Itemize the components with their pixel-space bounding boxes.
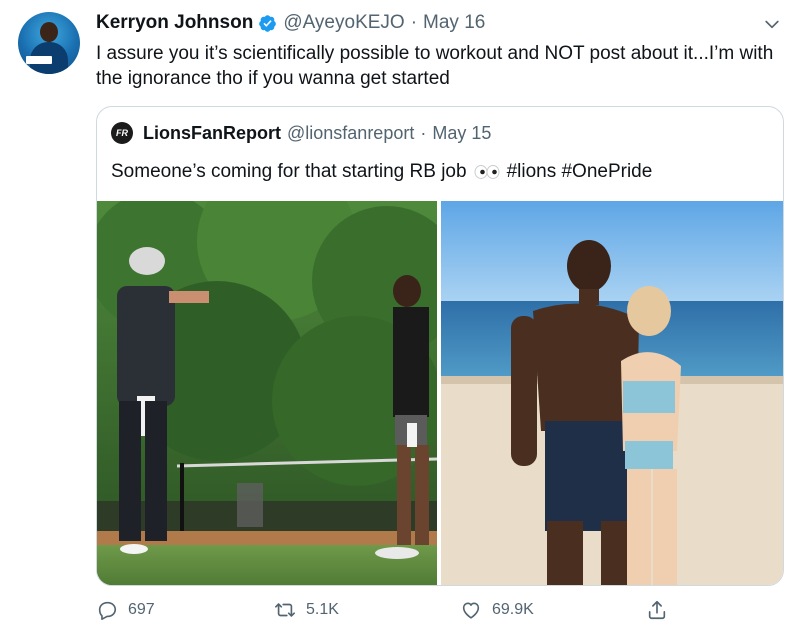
- quoted-text-body: Someone’s coming for that starting RB jo…: [111, 161, 467, 182]
- reply-button[interactable]: 697: [96, 599, 155, 621]
- like-button[interactable]: 69.9K: [460, 599, 534, 621]
- verified-badge-icon: [259, 14, 277, 32]
- reply-icon: [98, 601, 117, 620]
- author-name[interactable]: Kerryon Johnson: [96, 12, 253, 34]
- quoted-tweet-header: FR LionsFanReport @lionsfanreport · May …: [111, 121, 491, 145]
- quoted-avatar-text: FR: [116, 128, 128, 138]
- like-count: 69.9K: [492, 601, 534, 618]
- tweet-actions: 697 5.1K 69.9K: [96, 596, 680, 624]
- reply-count: 697: [128, 601, 155, 618]
- quoted-hashtags[interactable]: #lions #OnePride: [507, 161, 653, 182]
- share-button[interactable]: [646, 599, 678, 621]
- chevron-down-icon[interactable]: [762, 14, 782, 34]
- separator-dot: ·: [410, 12, 418, 33]
- quoted-author-handle: @lionsfanreport: [287, 122, 415, 143]
- quoted-tweet[interactable]: FR LionsFanReport @lionsfanreport · May …: [96, 106, 784, 586]
- quoted-media: [97, 201, 783, 585]
- retweet-button[interactable]: 5.1K: [274, 599, 339, 621]
- eyes-icon: [474, 164, 500, 179]
- author-handle[interactable]: @AyeyoKEJO: [283, 12, 404, 34]
- quoted-tweet-date: May 15: [432, 122, 492, 143]
- author-avatar[interactable]: [18, 12, 80, 74]
- tweet-date[interactable]: May 16: [423, 12, 485, 34]
- quoted-tweet-text: Someone’s coming for that starting RB jo…: [111, 159, 771, 185]
- quoted-separator-dot: ·: [420, 122, 427, 143]
- retweet-count: 5.1K: [306, 601, 339, 618]
- tweet-text: I assure you it’s scientifically possibl…: [96, 43, 774, 89]
- share-icon: [648, 600, 666, 620]
- training-photo[interactable]: [97, 201, 437, 585]
- like-icon: [462, 602, 480, 619]
- quoted-author-avatar[interactable]: FR: [111, 122, 133, 144]
- retweet-icon: [275, 603, 295, 617]
- tweet-header: Kerryon Johnson @AyeyoKEJO · May 16: [96, 10, 485, 36]
- quoted-author-name: LionsFanReport: [143, 122, 281, 143]
- beach-photo[interactable]: [441, 201, 783, 585]
